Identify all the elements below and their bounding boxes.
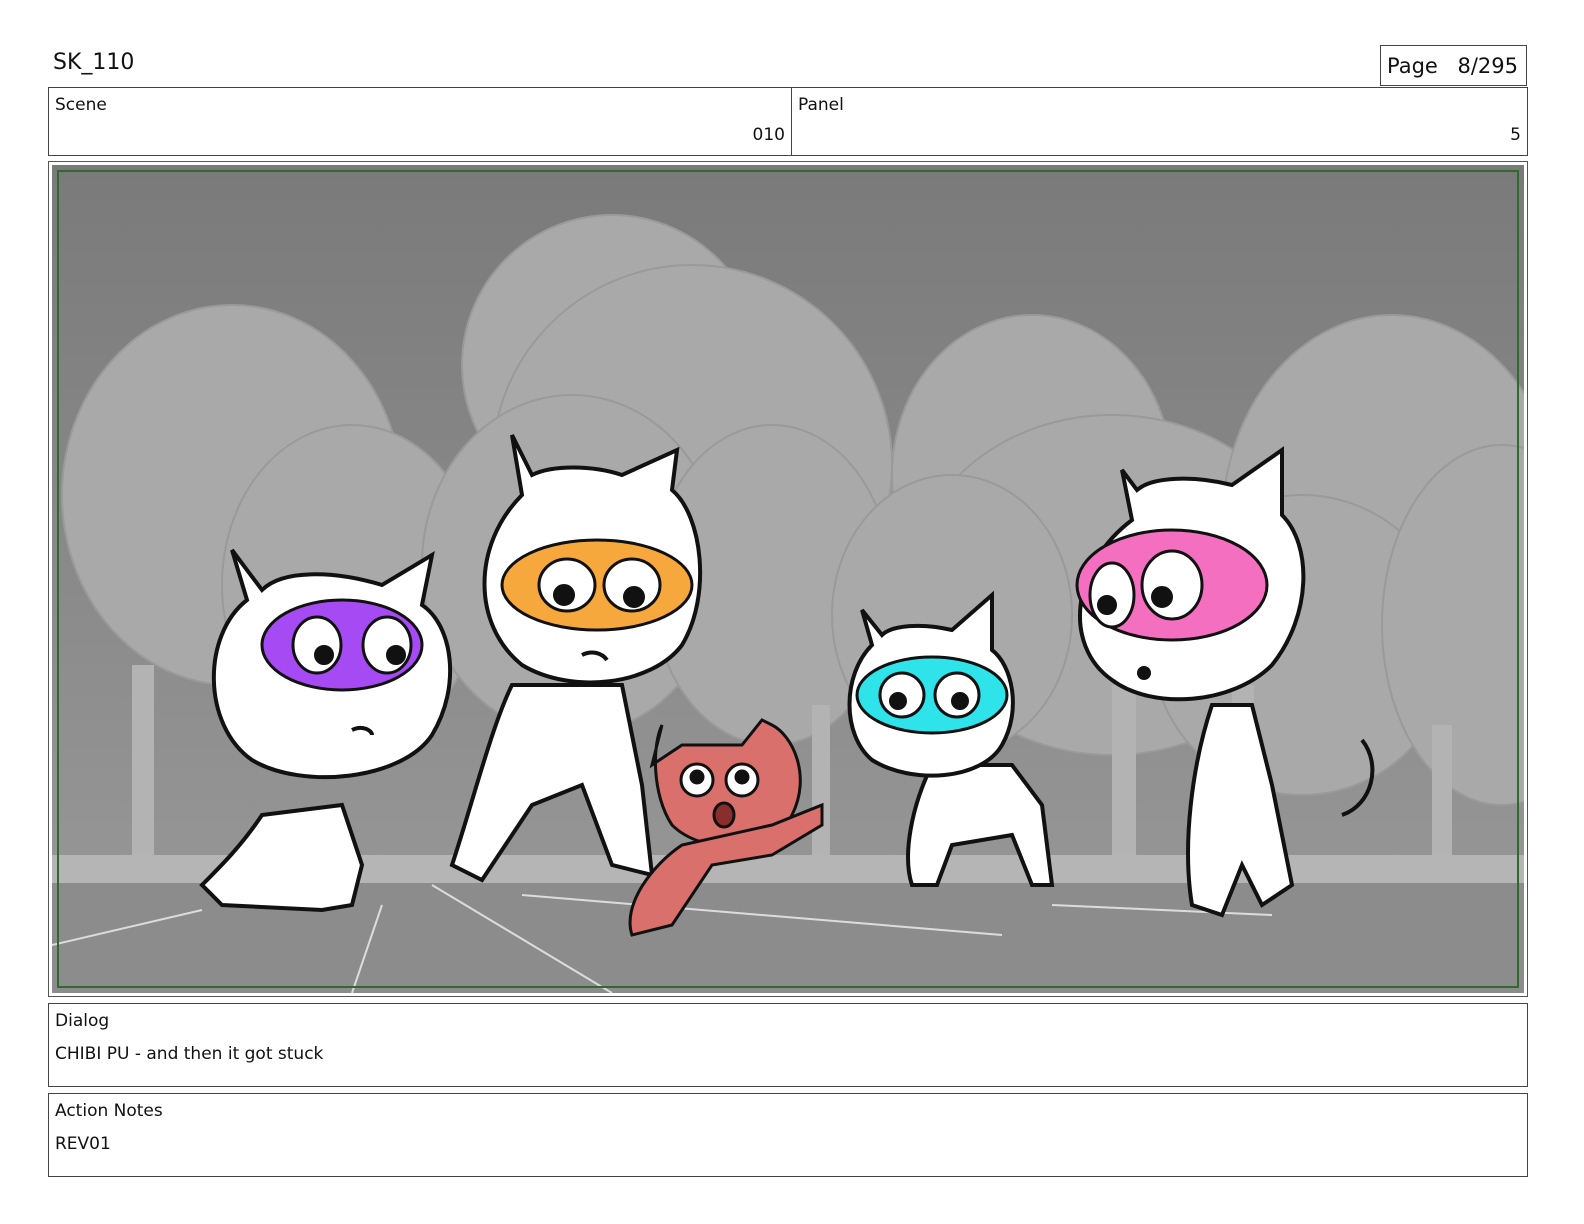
dialog-label: Dialog bbox=[55, 1011, 110, 1031]
storyboard-frame bbox=[48, 161, 1528, 997]
page-label: Page bbox=[1387, 53, 1438, 78]
action-notes-text: REV01 bbox=[55, 1134, 111, 1154]
project-title: SK_110 bbox=[53, 50, 135, 75]
panel-field: Panel 5 bbox=[791, 87, 1528, 156]
page-number: 8/295 bbox=[1457, 53, 1518, 78]
dialog-text: CHIBI PU - and then it got stuck bbox=[55, 1044, 324, 1064]
page-counter: Page 8/295 bbox=[1380, 45, 1527, 86]
scene-field: Scene 010 bbox=[48, 87, 792, 156]
panel-number: 5 bbox=[1510, 125, 1521, 145]
storyboard-panel-image bbox=[52, 165, 1524, 993]
scene-label: Scene bbox=[55, 95, 107, 115]
panel-label: Panel bbox=[798, 95, 844, 115]
action-notes-field: Action Notes REV01 bbox=[48, 1093, 1528, 1177]
action-notes-label: Action Notes bbox=[55, 1101, 163, 1121]
dialog-field: Dialog CHIBI PU - and then it got stuck bbox=[48, 1003, 1528, 1087]
scene-number: 010 bbox=[752, 125, 785, 145]
